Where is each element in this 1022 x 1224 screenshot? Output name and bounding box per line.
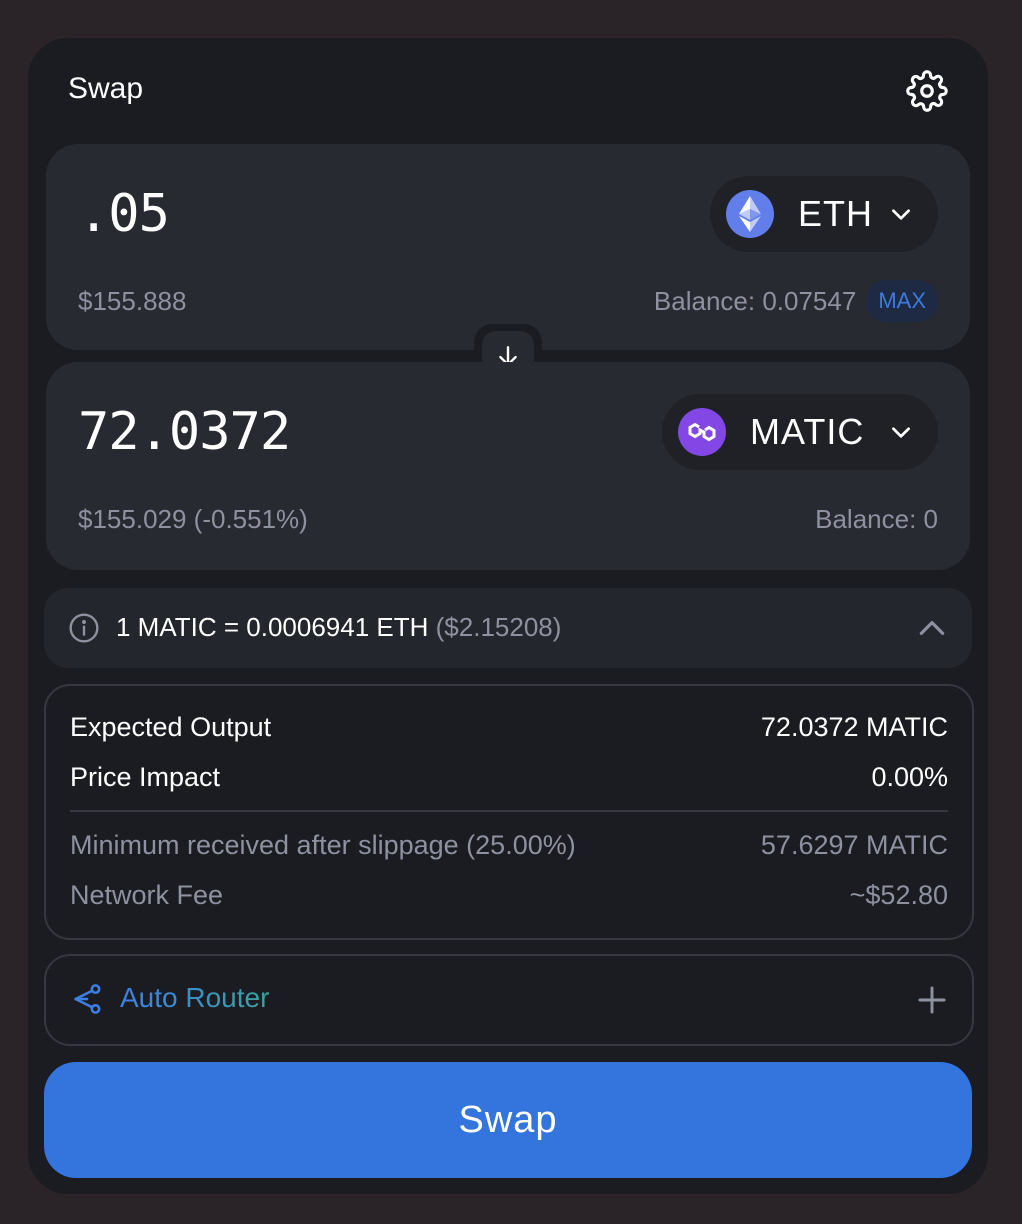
network-fee-value: ~$52.80 <box>849 880 948 910</box>
buy-token-selector[interactable]: MATIC <box>662 394 938 470</box>
plus-icon <box>918 986 946 1014</box>
divider <box>70 810 948 812</box>
buy-balance: Balance: 0 <box>815 504 938 535</box>
max-button[interactable]: MAX <box>866 280 938 322</box>
auto-router-toggle[interactable]: Auto Router <box>44 954 974 1046</box>
buy-panel: 72.0372 MATIC $155.029 (-0.551%) Balance… <box>46 362 970 570</box>
ethereum-logo-icon <box>726 190 774 238</box>
gear-icon[interactable] <box>906 70 948 112</box>
route-icon <box>74 984 101 1014</box>
buy-token-symbol: MATIC <box>750 411 865 452</box>
exchange-rate: 1 MATIC = 0.0006941 ETH ($2.15208) <box>116 612 561 643</box>
sell-token-symbol: ETH <box>798 193 873 234</box>
chevron-up-icon <box>919 621 945 635</box>
buy-amount-input[interactable]: 72.0372 <box>78 402 291 462</box>
price-impact-row: Price Impact 0.00% <box>70 762 948 793</box>
auto-router-label: Auto Router <box>120 982 270 1013</box>
sell-amount-input[interactable]: .05 <box>78 184 170 244</box>
minimum-received-value: 57.6297 MATIC <box>760 830 948 860</box>
price-impact-value: 0.00% <box>871 762 948 792</box>
info-icon <box>69 613 99 643</box>
swap-card: Swap .05 ETH $155.888 Balance: 0.07547 M… <box>28 38 988 1194</box>
expected-output-label: Expected Output <box>70 712 272 742</box>
exchange-rate-text: 1 MATIC = 0.0006941 ETH <box>116 612 429 642</box>
minimum-received-label: Minimum received after slippage (25.00%) <box>70 830 576 860</box>
exchange-rate-toggle[interactable]: 1 MATIC = 0.0006941 ETH ($2.15208) <box>44 588 972 668</box>
sell-usd-value: $155.888 <box>78 286 187 316</box>
network-fee-label: Network Fee <box>70 880 224 910</box>
trade-details: Expected Output 72.0372 MATIC Price Impa… <box>44 684 974 940</box>
sell-balance: Balance: 0.07547 MAX <box>654 280 938 322</box>
chevron-down-icon <box>892 427 910 438</box>
network-fee-row: Network Fee ~$52.80 <box>70 880 948 911</box>
expected-output-value: 72.0372 MATIC <box>760 712 948 742</box>
sell-token-selector[interactable]: ETH <box>710 176 938 252</box>
exchange-rate-usd: ($2.15208) <box>435 612 562 642</box>
buy-balance-label: Balance: 0 <box>815 504 938 534</box>
buy-usd-value: $155.029 (-0.551%) <box>78 504 308 534</box>
polygon-logo-icon <box>678 408 726 456</box>
swap-button[interactable]: Swap <box>44 1062 972 1178</box>
chevron-down-icon <box>892 209 910 220</box>
page-title: Swap <box>68 72 144 105</box>
price-impact-label: Price Impact <box>70 762 221 792</box>
sell-panel: .05 ETH $155.888 Balance: 0.07547 MAX <box>46 144 970 350</box>
expected-output-row: Expected Output 72.0372 MATIC <box>70 712 948 743</box>
sell-balance-label: Balance: 0.07547 <box>653 285 857 316</box>
minimum-received-row: Minimum received after slippage (25.00%)… <box>70 830 948 861</box>
